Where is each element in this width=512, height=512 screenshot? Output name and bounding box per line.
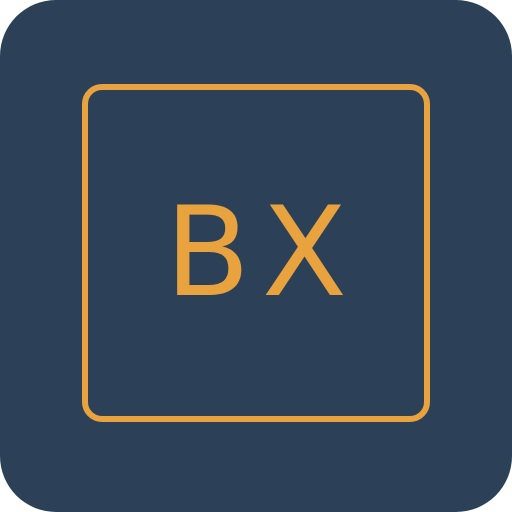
monogram-text: BX <box>164 181 359 325</box>
app-icon[interactable]: BX <box>0 0 512 512</box>
